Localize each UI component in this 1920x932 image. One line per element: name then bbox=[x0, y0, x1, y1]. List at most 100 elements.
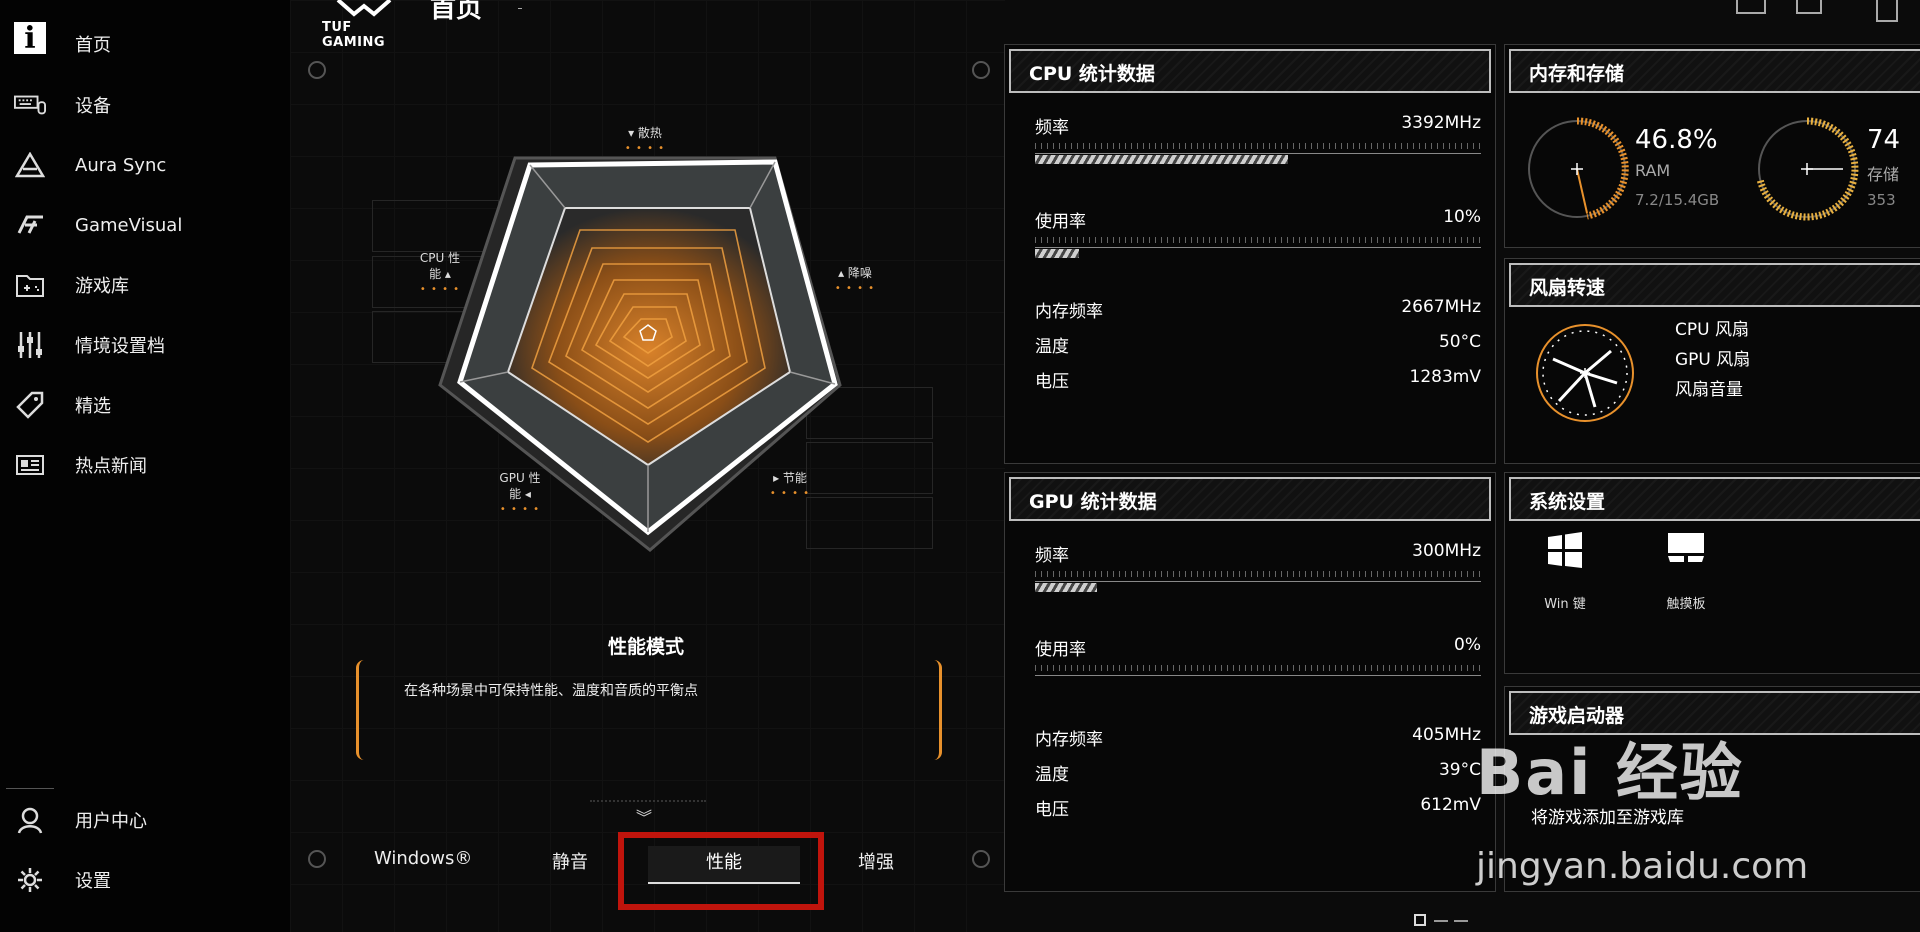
value: 612mV bbox=[1420, 795, 1481, 815]
sidebar-item-label: 设置 bbox=[75, 871, 111, 892]
news-icon bbox=[14, 449, 46, 481]
gpu-voltage-row: 电压 612mV bbox=[1035, 795, 1481, 820]
label: 电压 bbox=[1035, 372, 1069, 392]
value: 405MHz bbox=[1412, 725, 1481, 745]
touchpad-toggle[interactable]: 触摸板 bbox=[1651, 531, 1721, 612]
page-title: 首页 bbox=[430, 0, 483, 24]
panel-title: GPU 统计数据 bbox=[1029, 491, 1157, 513]
pager-dot-active[interactable] bbox=[1414, 914, 1426, 926]
storage-gauge bbox=[1756, 117, 1859, 221]
level-dots: • • • • bbox=[769, 488, 811, 499]
label: 频率 bbox=[1035, 118, 1069, 138]
pager-dot[interactable] bbox=[1454, 920, 1468, 922]
ram-label: RAM bbox=[1635, 161, 1671, 180]
tab-silent[interactable]: 静音 bbox=[552, 848, 588, 874]
sidebar-item-news[interactable]: 热点新闻 bbox=[0, 441, 290, 489]
ram-detail: 7.2/15.4GB bbox=[1635, 191, 1720, 209]
pentagon-label-noise: ▴ 降噪 • • • • bbox=[825, 265, 885, 297]
window-corner-icon[interactable] bbox=[1876, 0, 1898, 22]
tuf-logo: TUF GAMING bbox=[318, 0, 408, 50]
sidebar-item-home[interactable]: i 首页 bbox=[0, 20, 290, 68]
watermark-logo: Bai 经验 bbox=[1476, 722, 1744, 812]
panel-header: GPU 统计数据 bbox=[1009, 477, 1491, 521]
panel-title: 风扇转速 bbox=[1529, 277, 1606, 299]
level-dots: • • • • bbox=[419, 284, 461, 295]
label: 温度 bbox=[1035, 765, 1069, 785]
panel-header: 风扇转速 bbox=[1509, 263, 1920, 307]
panel-title: 系统设置 bbox=[1529, 491, 1606, 513]
label-text: 散热 bbox=[637, 126, 662, 140]
corner-marker bbox=[308, 850, 326, 868]
pentagon-label-gpu: GPU 性能 ◂ • • • • bbox=[495, 470, 545, 518]
touchpad-icon bbox=[1668, 533, 1704, 562]
sidebar-item-game-library[interactable]: 游戏库 bbox=[0, 261, 290, 309]
gpu-freq-row: 频率 300MHz bbox=[1035, 541, 1481, 566]
corner-marker bbox=[972, 61, 990, 79]
caret-down-icon: ▾ bbox=[628, 126, 635, 140]
panel-title: 内存和存储 bbox=[1529, 63, 1625, 85]
caret-up-icon: ▴ bbox=[444, 267, 451, 281]
corner-marker bbox=[308, 61, 326, 79]
sidebar-item-devices[interactable]: 设备 bbox=[0, 81, 290, 129]
value: 300MHz bbox=[1412, 541, 1481, 561]
gpu-usage-track bbox=[1035, 665, 1481, 676]
sidebar-item-aura-sync[interactable]: Aura Sync bbox=[0, 141, 290, 189]
sidebar-item-gamevisual[interactable]: GameVisual bbox=[0, 201, 290, 249]
storage-percent: 74 bbox=[1867, 125, 1901, 155]
tab-windows[interactable]: Windows® bbox=[374, 848, 472, 869]
sidebar-item-featured[interactable]: 精选 bbox=[0, 381, 290, 429]
level-dots: • • • • bbox=[624, 143, 666, 154]
pager[interactable] bbox=[1414, 914, 1484, 928]
tag-icon bbox=[14, 389, 46, 421]
label: 温度 bbox=[1035, 337, 1069, 357]
tab-turbo[interactable]: 增强 bbox=[858, 848, 894, 874]
cpu-usage-row: 使用率 10% bbox=[1035, 207, 1481, 232]
tab-performance[interactable]: 性能 bbox=[648, 846, 800, 884]
gpu-freq-bar bbox=[1035, 583, 1097, 592]
label: 内存频率 bbox=[1035, 302, 1103, 322]
pentagon-label-cpu: CPU 性能 ▴ • • • • bbox=[415, 250, 465, 298]
panel-header: 系统设置 bbox=[1509, 477, 1920, 521]
expand-chevron-icon[interactable]: ︾ bbox=[636, 804, 652, 828]
window-layout-icon[interactable] bbox=[1736, 0, 1766, 14]
label: 频率 bbox=[1035, 546, 1069, 566]
gear-icon bbox=[14, 864, 46, 896]
cpu-fan-label: CPU 风扇 bbox=[1675, 320, 1749, 340]
ram-gauge bbox=[1528, 117, 1629, 220]
level-dots: • • • • bbox=[499, 504, 541, 515]
keyboard-mouse-icon bbox=[14, 89, 46, 121]
sidebar-item-label: 游戏库 bbox=[75, 276, 129, 297]
sidebar-item-label: 热点新闻 bbox=[75, 456, 147, 477]
caret-icon: ▸ bbox=[773, 471, 780, 485]
value: 2667MHz bbox=[1401, 297, 1481, 317]
sidebar-item-label: 设备 bbox=[75, 96, 111, 117]
panel-header: CPU 统计数据 bbox=[1009, 49, 1491, 93]
tab-label: 性能 bbox=[706, 852, 742, 873]
sidebar-item-settings[interactable]: 设置 bbox=[0, 856, 290, 904]
ram-percent: 46.8% bbox=[1635, 125, 1718, 155]
window-r-icon[interactable] bbox=[1796, 0, 1822, 14]
cpu-usage-track bbox=[1035, 237, 1481, 248]
sidebar-item-scenario-profiles[interactable]: 情境设置档 bbox=[0, 321, 290, 369]
cpu-voltage-row: 电压 1283mV bbox=[1035, 367, 1481, 392]
label-text: CPU 性能 bbox=[419, 251, 461, 281]
gpu-fan-label: GPU 风扇 bbox=[1675, 350, 1751, 370]
gpu-stats-panel: GPU 统计数据 频率 300MHz 使用率 0% 内存频率 405MHz 温度 39°… bbox=[1004, 472, 1496, 892]
storage-label: 存储 bbox=[1867, 165, 1900, 184]
caret-up-icon: ▴ bbox=[838, 266, 845, 280]
label: 使用率 bbox=[1035, 212, 1086, 232]
sidebar-item-user-center[interactable]: 用户中心 bbox=[0, 796, 290, 844]
label: 内存频率 bbox=[1035, 730, 1103, 750]
sidebar-item-label: 首页 bbox=[75, 35, 111, 56]
sidebar-item-label: GameVisual bbox=[75, 214, 183, 236]
cpu-freq-row: 频率 3392MHz bbox=[1035, 113, 1481, 138]
sliders-icon bbox=[14, 329, 46, 361]
sidebar-divider bbox=[6, 788, 54, 789]
win-key-toggle[interactable]: Win 键 bbox=[1535, 531, 1595, 612]
pager-dot[interactable] bbox=[1434, 920, 1448, 922]
gpu-temp-row: 温度 39°C bbox=[1035, 760, 1481, 785]
panel-header: 内存和存储 bbox=[1509, 49, 1920, 93]
fan-volume-label: 风扇音量 bbox=[1675, 380, 1743, 400]
mode-title: 性能模式 bbox=[608, 636, 685, 658]
pentagon-label-cooling: ▾ 散热 • • • • bbox=[610, 125, 680, 157]
